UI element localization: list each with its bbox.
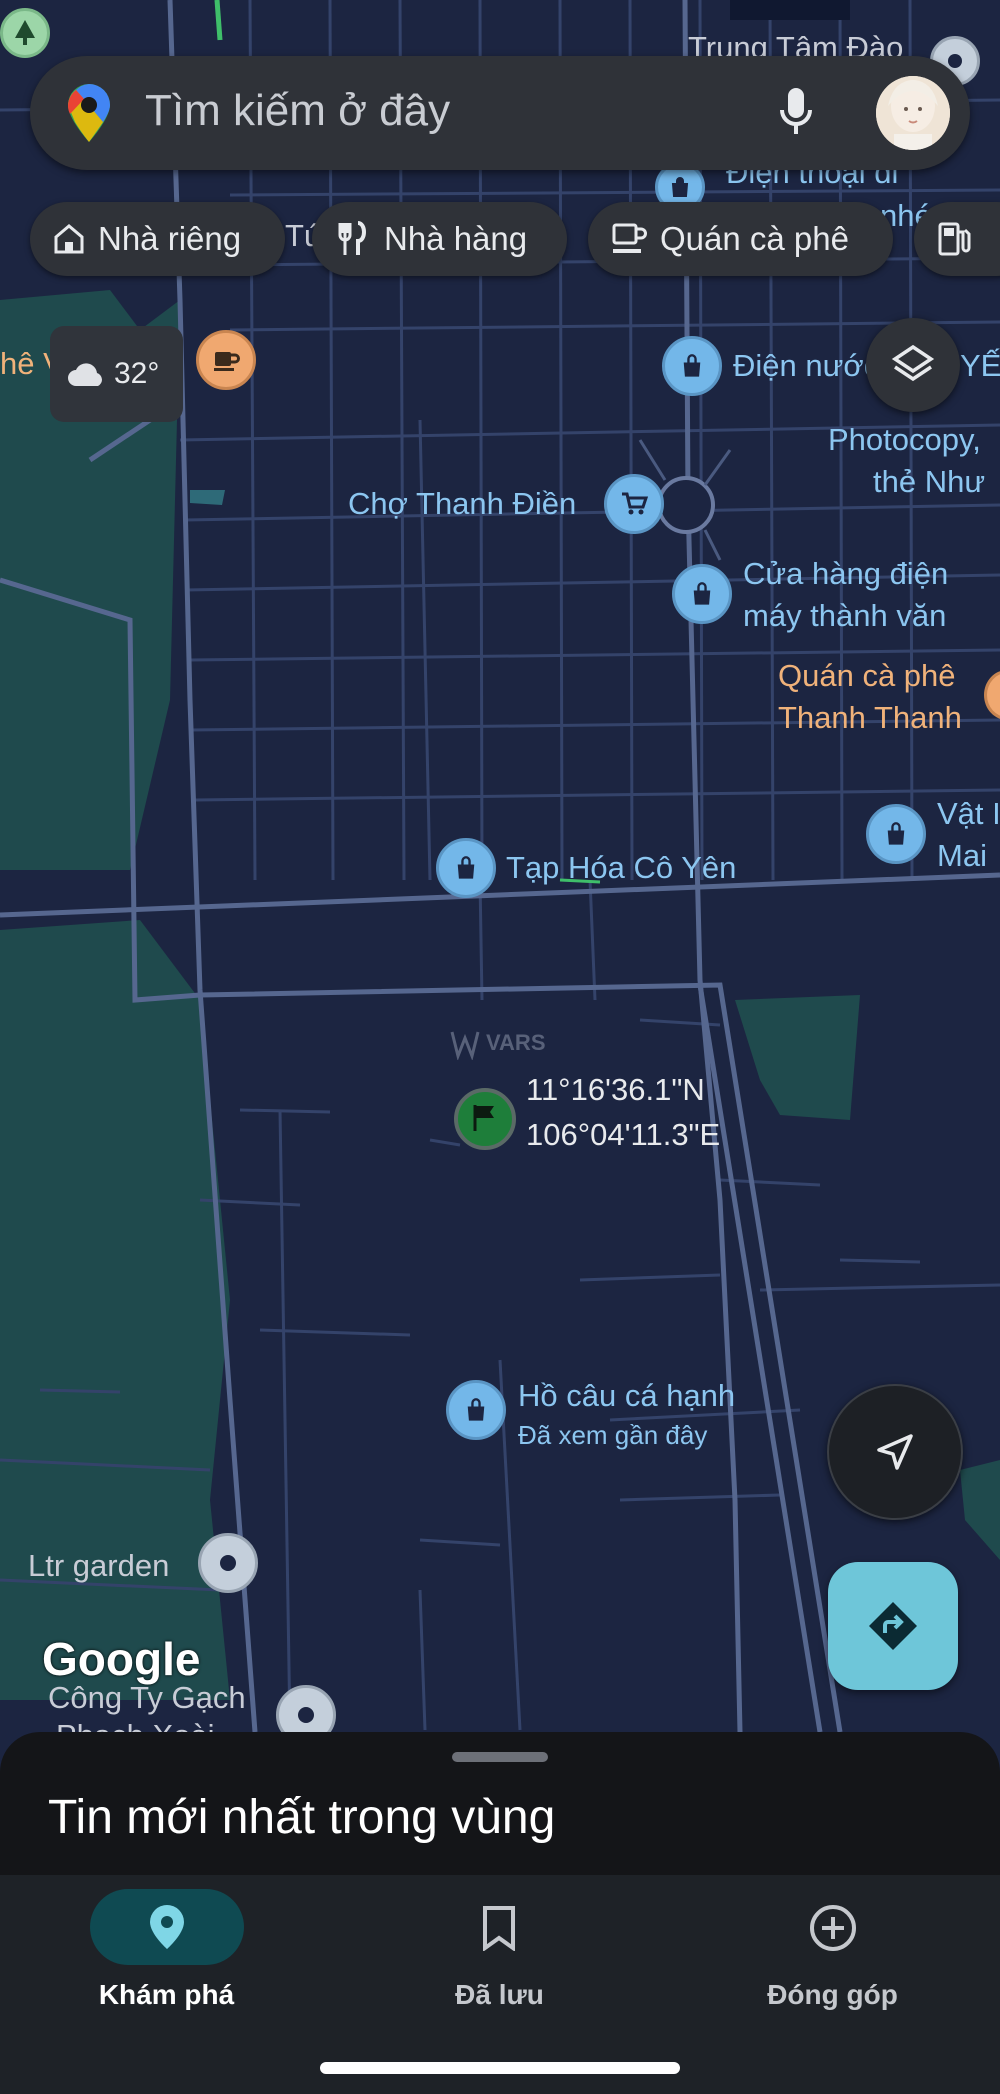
navigation-arrow-icon [877, 1434, 913, 1470]
chip-coffee[interactable]: Quán cà phê [588, 202, 893, 276]
map-label-photocopy-1[interactable]: Photocopy, [828, 422, 981, 458]
map-label-yen: YẾ [960, 348, 1000, 383]
shopping-bag-pin-icon[interactable] [672, 564, 732, 624]
map-label-ltr-garden[interactable]: Ltr garden [28, 1548, 169, 1584]
map-label-vat-2: Mai [937, 838, 987, 873]
coordinate-latitude: 11°16'36.1"N [526, 1072, 705, 1107]
park-pin-icon[interactable] [0, 8, 50, 58]
search-input[interactable]: Tìm kiếm ở đây [145, 86, 450, 136]
nav-saved-label: Đã lưu [455, 1979, 544, 2010]
directions-icon [869, 1602, 917, 1650]
watermark-text: VARS [486, 1030, 546, 1055]
map-label-quan-ca-phe-2: Thanh Thanh [778, 700, 962, 735]
chip-home[interactable]: Nhà riêng [30, 202, 285, 276]
sheet-drag-handle[interactable] [452, 1752, 548, 1762]
cart-pin-icon[interactable] [604, 474, 664, 534]
coffee-icon [612, 223, 647, 253]
dropped-pin-flag-icon[interactable] [454, 1088, 516, 1150]
avatar[interactable] [876, 76, 950, 150]
weather-widget[interactable]: 32° [50, 326, 183, 422]
my-location-button[interactable] [827, 1384, 963, 1520]
nav-contribute-label: Đóng góp [767, 1979, 898, 2010]
coffee-pin-icon[interactable] [196, 330, 256, 390]
nav-explore-label: Khám phá [98, 1979, 235, 2010]
map-label-photocopy-2: thẻ Như [873, 464, 986, 499]
google-maps-logo-icon [68, 84, 110, 142]
map-label-dien-nuoc[interactable]: Điện nước [733, 348, 879, 384]
map-label-cua-hang-1[interactable]: Cửa hàng điện [743, 556, 948, 592]
map-label-vat-1[interactable]: Vật I [937, 796, 1000, 832]
search-bar[interactable]: Tìm kiếm ở đây [30, 56, 970, 170]
map-label-quan-ca-phe-1[interactable]: Quán cà phê [778, 658, 956, 694]
explore-pin-icon [150, 1905, 184, 1949]
layers-icon [891, 344, 935, 382]
chip-home-label: Nhà riêng [98, 220, 242, 257]
directions-button[interactable] [828, 1562, 958, 1690]
weather-temperature: 32° [114, 357, 160, 390]
layers-button[interactable] [866, 318, 960, 412]
add-circle-icon [810, 1905, 856, 1951]
map-label-cong-ty-1[interactable]: Công Ty Gạch [48, 1680, 246, 1716]
shopping-bag-pin-icon[interactable] [446, 1380, 506, 1440]
restaurant-icon [338, 221, 366, 255]
map-label-tap-hoa[interactable]: Tạp Hóa Cô Yên [506, 850, 736, 886]
google-logo: Google [42, 1633, 201, 1685]
bookmark-icon [483, 1906, 515, 1951]
shopping-bag-pin-icon[interactable] [662, 336, 722, 396]
gesture-home-bar[interactable] [320, 2062, 680, 2074]
chip-gas-station[interactable] [914, 202, 1000, 276]
watermark-logo: VARS [450, 1028, 546, 1065]
gas-station-icon [938, 222, 971, 256]
chip-restaurant[interactable]: Nhà hàng [312, 202, 567, 276]
chip-coffee-label: Quán cà phê [660, 220, 849, 257]
shopping-bag-pin-icon[interactable] [866, 804, 926, 864]
map-label-cho-thanh-dien[interactable]: Chợ Thanh Điền [348, 486, 576, 522]
microphone-icon[interactable] [778, 86, 814, 140]
map-label-cua-hang-2: máy thành văn [743, 598, 947, 633]
cloud-icon [68, 363, 102, 386]
place-pin-icon[interactable] [198, 1533, 258, 1593]
map-label-ho-cau[interactable]: Hồ câu cá hạnh [518, 1378, 735, 1414]
shopping-bag-pin-icon[interactable] [436, 838, 496, 898]
home-icon [54, 224, 84, 254]
map-label-ho-cau-recent: Đã xem gần đây [518, 1420, 708, 1450]
chip-restaurant-label: Nhà hàng [384, 220, 528, 257]
sheet-title: Tin mới nhất trong vùng [48, 1791, 556, 1844]
coordinate-longitude: 106°04'11.3"E [526, 1117, 721, 1152]
